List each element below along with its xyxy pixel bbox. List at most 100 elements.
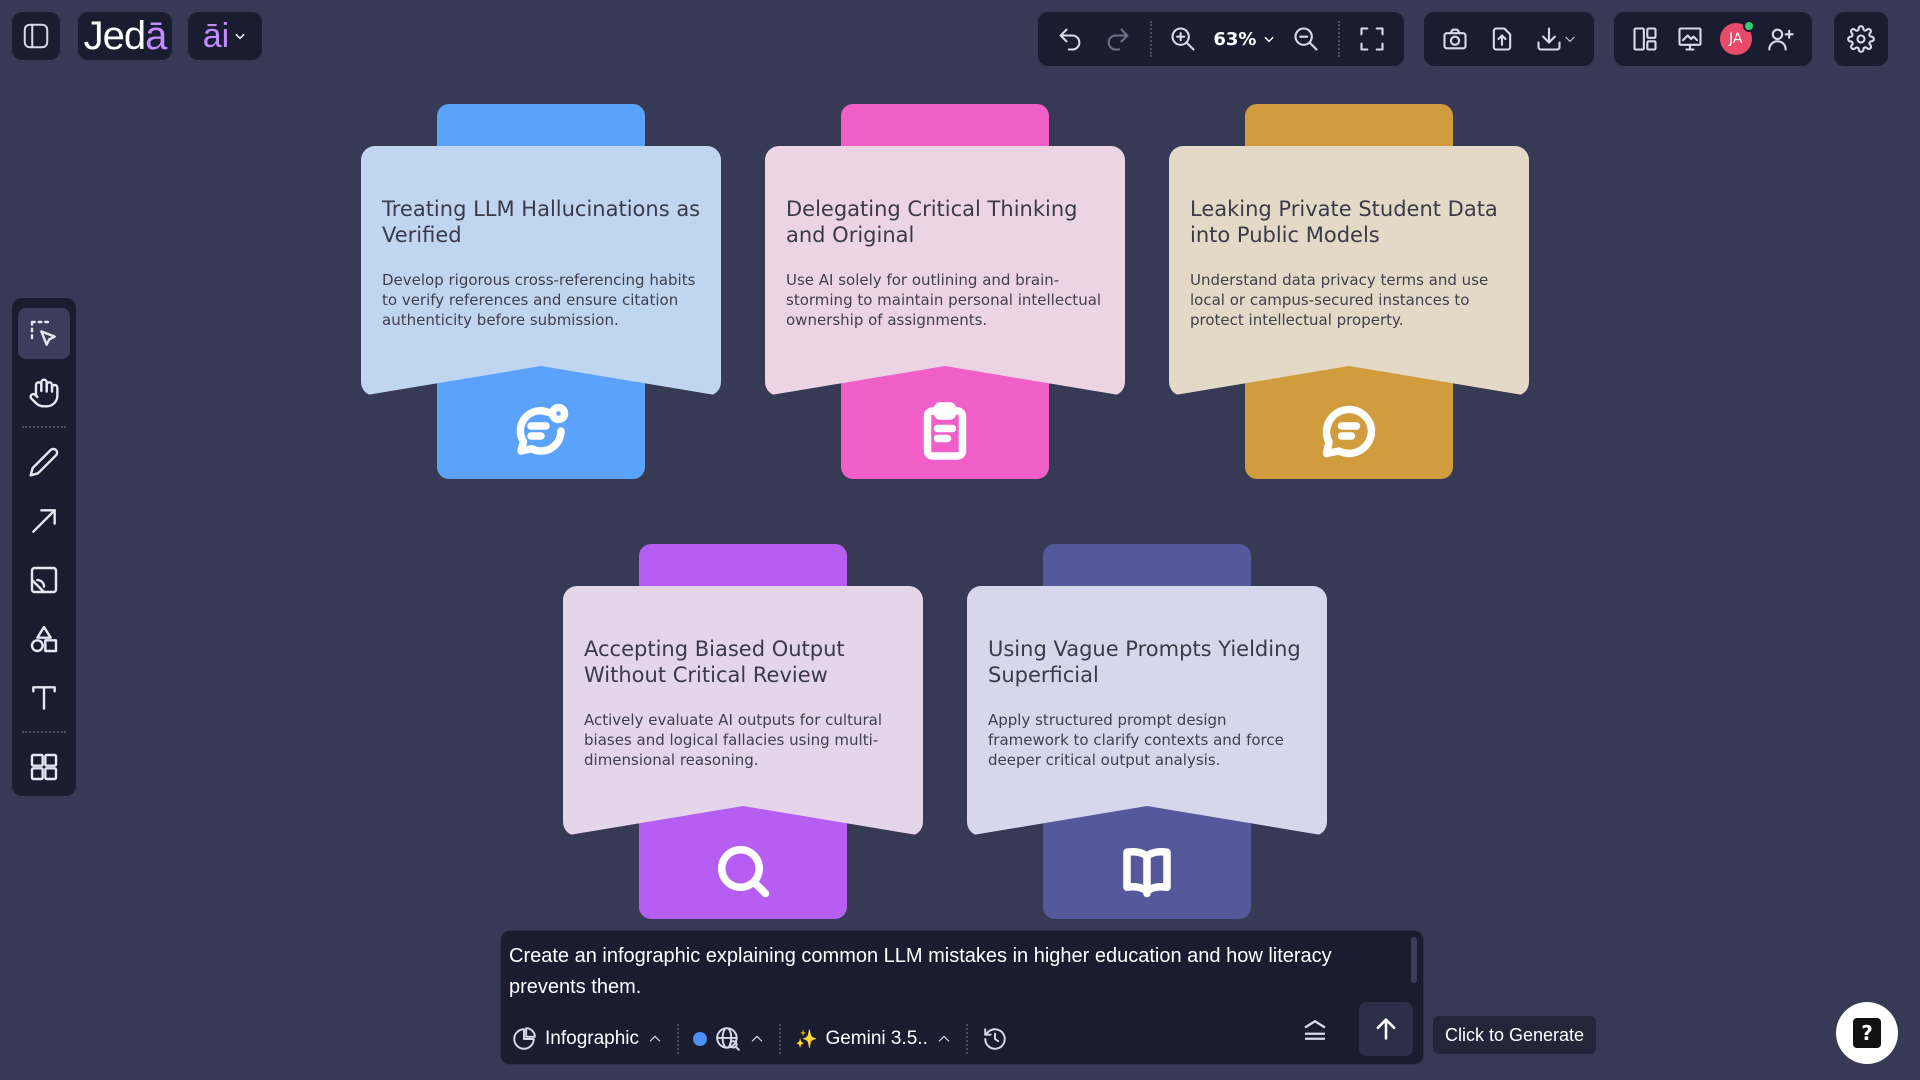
add-user-icon xyxy=(1768,28,1794,51)
image-icon xyxy=(30,566,58,593)
web-search-icon[interactable] xyxy=(715,1026,741,1052)
user-avatar[interactable]: JA xyxy=(1715,17,1757,61)
grid-icon xyxy=(30,753,58,780)
card-body: Accepting Biased Output Without Critical… xyxy=(563,586,923,836)
infographic-card[interactable]: Leaking Private Student Data into Public… xyxy=(1169,104,1529,479)
arrow-tool[interactable] xyxy=(18,495,70,546)
infographic-card[interactable]: Delegating Critical Thinking and Origina… xyxy=(765,104,1125,479)
text-icon xyxy=(32,685,56,710)
select-tool[interactable] xyxy=(18,308,70,359)
screenshot-button[interactable] xyxy=(1434,17,1477,61)
prompt-options-bar: Infographic ✨ Gemini 3.5.. xyxy=(511,1024,1008,1054)
sparkle-icon: ✨ xyxy=(795,1028,818,1049)
pencil-tool[interactable] xyxy=(18,436,70,487)
prompt-scrollbar[interactable] xyxy=(1411,937,1417,983)
infographic-card[interactable]: Using Vague Prompts Yielding Superficial… xyxy=(967,544,1327,919)
chevron-down-icon xyxy=(235,33,245,40)
presentation-button[interactable] xyxy=(1670,17,1712,61)
zoom-out-icon xyxy=(1294,27,1318,51)
card-description: Use AI solely for outlining and brain-st… xyxy=(786,271,1102,329)
mode-dropdown[interactable]: Infographic xyxy=(545,1028,639,1050)
sidebar-toggle-button[interactable] xyxy=(12,12,60,60)
text-tool[interactable] xyxy=(18,672,70,723)
layout-panels-icon xyxy=(1633,27,1657,51)
help-button[interactable]: ? xyxy=(1836,1002,1898,1064)
arrow-icon xyxy=(32,508,56,533)
generate-button[interactable] xyxy=(1359,1002,1413,1056)
hand-icon xyxy=(29,378,59,408)
card-body: Leaking Private Student Data into Public… xyxy=(1169,146,1529,396)
options-divider xyxy=(779,1024,782,1054)
toolbar-divider xyxy=(1338,21,1341,57)
card-title: Using Vague Prompts Yielding Superficial xyxy=(988,637,1301,687)
status-dot xyxy=(693,1032,708,1046)
toolbar-divider xyxy=(1149,21,1152,57)
fullscreen-button[interactable] xyxy=(1350,17,1394,61)
add-user-button[interactable] xyxy=(1761,17,1803,61)
card-title: Leaking Private Student Data into Public… xyxy=(1190,197,1498,247)
card-description: Develop rigorous cross-referencing habit… xyxy=(382,271,696,329)
chevron-down-icon xyxy=(1565,36,1575,42)
redo-button[interactable] xyxy=(1096,17,1140,61)
options-divider xyxy=(965,1024,968,1054)
card-body: Using Vague Prompts Yielding Superficial… xyxy=(967,586,1327,836)
help-icon: ? xyxy=(1853,1018,1881,1048)
history-zoom-toolbar: 63% xyxy=(1038,12,1404,66)
generate-tooltip: Click to Generate xyxy=(1433,1016,1597,1054)
image-tool[interactable] xyxy=(18,554,70,605)
ai-menu-button[interactable]: āi xyxy=(188,12,262,60)
layers-icon xyxy=(1304,1019,1326,1040)
search-icon xyxy=(703,836,783,906)
tool-palette xyxy=(12,298,76,796)
layout-panel-button[interactable] xyxy=(1624,17,1666,61)
zoom-in-icon xyxy=(1171,27,1196,51)
card-body: Treating LLM Hallucinations as Verified … xyxy=(361,146,721,396)
history-icon[interactable] xyxy=(982,1026,1008,1052)
clipboard-icon xyxy=(905,396,985,466)
download-dropdown-button[interactable] xyxy=(1528,17,1584,61)
export-toolbar xyxy=(1424,12,1594,66)
model-dropdown[interactable]: Gemini 3.5.. xyxy=(825,1028,927,1050)
chat-bubble-notification-icon xyxy=(501,396,581,466)
palette-divider xyxy=(22,426,66,428)
settings-group xyxy=(1834,12,1888,66)
selection-cursor-icon xyxy=(30,320,56,346)
chat-bubble-icon xyxy=(1309,396,1389,466)
arrow-up-icon xyxy=(1376,1018,1396,1040)
chevron-up-icon[interactable] xyxy=(749,1031,765,1047)
redo-icon xyxy=(1107,28,1129,51)
shapes-icon xyxy=(30,625,58,652)
shapes-tool[interactable] xyxy=(18,613,70,664)
zoom-in-button[interactable] xyxy=(1162,17,1206,61)
card-title: Treating LLM Hallucinations as Verified xyxy=(382,197,701,247)
infographic-card[interactable]: Accepting Biased Output Without Critical… xyxy=(563,544,923,919)
chevron-up-icon[interactable] xyxy=(936,1031,952,1047)
prompt-input[interactable]: Create an infographic explaining common … xyxy=(509,941,1389,1003)
app-logo[interactable]: Jedā xyxy=(78,12,172,60)
collaboration-toolbar: JA xyxy=(1614,12,1812,66)
templates-tool[interactable] xyxy=(18,741,70,792)
sidebar-panel-icon xyxy=(23,23,49,49)
gear-icon xyxy=(1847,25,1875,53)
zoom-out-button[interactable] xyxy=(1284,17,1328,61)
zoom-level-dropdown[interactable]: 63% xyxy=(1209,29,1280,50)
download-icon xyxy=(1537,27,1561,51)
stack-button[interactable] xyxy=(1295,1010,1335,1050)
card-description: Actively evaluate AI outputs for cultura… xyxy=(584,711,882,769)
online-status-dot xyxy=(1742,20,1755,32)
chevron-up-icon[interactable] xyxy=(647,1031,663,1047)
book-icon xyxy=(1107,836,1187,906)
hand-tool[interactable] xyxy=(18,367,70,418)
settings-button[interactable] xyxy=(1839,17,1883,61)
presentation-image-icon xyxy=(1678,27,1702,51)
infographic-card[interactable]: Treating LLM Hallucinations as Verified … xyxy=(361,104,721,479)
undo-button[interactable] xyxy=(1048,17,1092,61)
chevron-down-icon xyxy=(1264,36,1275,43)
options-divider xyxy=(677,1024,680,1054)
card-title: Accepting Biased Output Without Critical… xyxy=(584,637,845,687)
card-description: Understand data privacy terms and use lo… xyxy=(1190,271,1489,329)
pencil-icon xyxy=(29,447,59,477)
upload-button[interactable] xyxy=(1481,17,1524,61)
camera-icon xyxy=(1443,28,1467,50)
palette-divider xyxy=(22,731,66,733)
